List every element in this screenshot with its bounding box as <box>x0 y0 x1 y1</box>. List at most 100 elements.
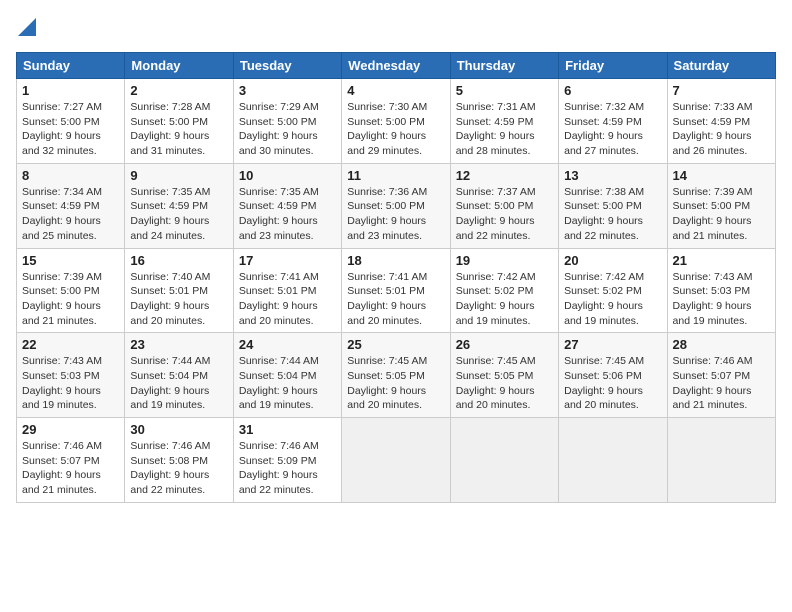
calendar-cell <box>559 418 667 503</box>
calendar-week-2: 8 Sunrise: 7:34 AM Sunset: 4:59 PM Dayli… <box>17 163 776 248</box>
calendar-cell: 16 Sunrise: 7:40 AM Sunset: 5:01 PM Dayl… <box>125 248 233 333</box>
day-number: 24 <box>239 337 336 352</box>
day-number: 6 <box>564 83 661 98</box>
calendar-week-1: 1 Sunrise: 7:27 AM Sunset: 5:00 PM Dayli… <box>17 79 776 164</box>
page-header <box>16 16 776 40</box>
day-info: Sunrise: 7:42 AM Sunset: 5:02 PM Dayligh… <box>456 270 553 329</box>
day-info: Sunrise: 7:45 AM Sunset: 5:05 PM Dayligh… <box>456 354 553 413</box>
day-info: Sunrise: 7:28 AM Sunset: 5:00 PM Dayligh… <box>130 100 227 159</box>
day-number: 15 <box>22 253 119 268</box>
day-number: 14 <box>673 168 770 183</box>
day-info: Sunrise: 7:42 AM Sunset: 5:02 PM Dayligh… <box>564 270 661 329</box>
day-number: 27 <box>564 337 661 352</box>
calendar-cell: 28 Sunrise: 7:46 AM Sunset: 5:07 PM Dayl… <box>667 333 775 418</box>
calendar-cell: 23 Sunrise: 7:44 AM Sunset: 5:04 PM Dayl… <box>125 333 233 418</box>
day-number: 18 <box>347 253 444 268</box>
calendar-week-5: 29 Sunrise: 7:46 AM Sunset: 5:07 PM Dayl… <box>17 418 776 503</box>
day-number: 26 <box>456 337 553 352</box>
day-number: 13 <box>564 168 661 183</box>
day-number: 25 <box>347 337 444 352</box>
calendar-cell: 17 Sunrise: 7:41 AM Sunset: 5:01 PM Dayl… <box>233 248 341 333</box>
day-info: Sunrise: 7:35 AM Sunset: 4:59 PM Dayligh… <box>130 185 227 244</box>
day-info: Sunrise: 7:41 AM Sunset: 5:01 PM Dayligh… <box>239 270 336 329</box>
day-number: 28 <box>673 337 770 352</box>
day-number: 16 <box>130 253 227 268</box>
calendar-header-sunday: Sunday <box>17 53 125 79</box>
day-number: 12 <box>456 168 553 183</box>
calendar-header-friday: Friday <box>559 53 667 79</box>
day-number: 3 <box>239 83 336 98</box>
calendar-cell <box>667 418 775 503</box>
calendar-cell: 8 Sunrise: 7:34 AM Sunset: 4:59 PM Dayli… <box>17 163 125 248</box>
calendar-week-4: 22 Sunrise: 7:43 AM Sunset: 5:03 PM Dayl… <box>17 333 776 418</box>
calendar-cell: 22 Sunrise: 7:43 AM Sunset: 5:03 PM Dayl… <box>17 333 125 418</box>
day-number: 8 <box>22 168 119 183</box>
calendar-cell: 18 Sunrise: 7:41 AM Sunset: 5:01 PM Dayl… <box>342 248 450 333</box>
day-number: 5 <box>456 83 553 98</box>
day-number: 21 <box>673 253 770 268</box>
day-info: Sunrise: 7:43 AM Sunset: 5:03 PM Dayligh… <box>673 270 770 329</box>
day-number: 7 <box>673 83 770 98</box>
calendar-cell: 27 Sunrise: 7:45 AM Sunset: 5:06 PM Dayl… <box>559 333 667 418</box>
day-info: Sunrise: 7:34 AM Sunset: 4:59 PM Dayligh… <box>22 185 119 244</box>
calendar-cell <box>450 418 558 503</box>
day-info: Sunrise: 7:32 AM Sunset: 4:59 PM Dayligh… <box>564 100 661 159</box>
day-info: Sunrise: 7:46 AM Sunset: 5:08 PM Dayligh… <box>130 439 227 498</box>
calendar-cell: 26 Sunrise: 7:45 AM Sunset: 5:05 PM Dayl… <box>450 333 558 418</box>
day-info: Sunrise: 7:44 AM Sunset: 5:04 PM Dayligh… <box>239 354 336 413</box>
calendar-cell: 1 Sunrise: 7:27 AM Sunset: 5:00 PM Dayli… <box>17 79 125 164</box>
day-number: 10 <box>239 168 336 183</box>
day-number: 4 <box>347 83 444 98</box>
day-number: 11 <box>347 168 444 183</box>
logo <box>16 16 36 40</box>
calendar-cell: 30 Sunrise: 7:46 AM Sunset: 5:08 PM Dayl… <box>125 418 233 503</box>
day-info: Sunrise: 7:45 AM Sunset: 5:05 PM Dayligh… <box>347 354 444 413</box>
day-number: 9 <box>130 168 227 183</box>
day-number: 22 <box>22 337 119 352</box>
day-number: 1 <box>22 83 119 98</box>
day-info: Sunrise: 7:45 AM Sunset: 5:06 PM Dayligh… <box>564 354 661 413</box>
day-info: Sunrise: 7:46 AM Sunset: 5:07 PM Dayligh… <box>22 439 119 498</box>
calendar-cell: 19 Sunrise: 7:42 AM Sunset: 5:02 PM Dayl… <box>450 248 558 333</box>
day-info: Sunrise: 7:36 AM Sunset: 5:00 PM Dayligh… <box>347 185 444 244</box>
day-number: 19 <box>456 253 553 268</box>
calendar-week-3: 15 Sunrise: 7:39 AM Sunset: 5:00 PM Dayl… <box>17 248 776 333</box>
day-info: Sunrise: 7:27 AM Sunset: 5:00 PM Dayligh… <box>22 100 119 159</box>
calendar-cell: 29 Sunrise: 7:46 AM Sunset: 5:07 PM Dayl… <box>17 418 125 503</box>
day-number: 31 <box>239 422 336 437</box>
calendar-header-monday: Monday <box>125 53 233 79</box>
day-info: Sunrise: 7:33 AM Sunset: 4:59 PM Dayligh… <box>673 100 770 159</box>
day-info: Sunrise: 7:40 AM Sunset: 5:01 PM Dayligh… <box>130 270 227 329</box>
day-number: 17 <box>239 253 336 268</box>
calendar-header-thursday: Thursday <box>450 53 558 79</box>
day-info: Sunrise: 7:46 AM Sunset: 5:07 PM Dayligh… <box>673 354 770 413</box>
day-info: Sunrise: 7:30 AM Sunset: 5:00 PM Dayligh… <box>347 100 444 159</box>
day-number: 30 <box>130 422 227 437</box>
day-number: 2 <box>130 83 227 98</box>
calendar-cell: 7 Sunrise: 7:33 AM Sunset: 4:59 PM Dayli… <box>667 79 775 164</box>
calendar-cell: 31 Sunrise: 7:46 AM Sunset: 5:09 PM Dayl… <box>233 418 341 503</box>
calendar-cell: 4 Sunrise: 7:30 AM Sunset: 5:00 PM Dayli… <box>342 79 450 164</box>
day-number: 29 <box>22 422 119 437</box>
day-info: Sunrise: 7:37 AM Sunset: 5:00 PM Dayligh… <box>456 185 553 244</box>
day-info: Sunrise: 7:29 AM Sunset: 5:00 PM Dayligh… <box>239 100 336 159</box>
calendar-cell: 13 Sunrise: 7:38 AM Sunset: 5:00 PM Dayl… <box>559 163 667 248</box>
day-info: Sunrise: 7:43 AM Sunset: 5:03 PM Dayligh… <box>22 354 119 413</box>
day-info: Sunrise: 7:46 AM Sunset: 5:09 PM Dayligh… <box>239 439 336 498</box>
day-info: Sunrise: 7:31 AM Sunset: 4:59 PM Dayligh… <box>456 100 553 159</box>
day-info: Sunrise: 7:38 AM Sunset: 5:00 PM Dayligh… <box>564 185 661 244</box>
calendar-header-tuesday: Tuesday <box>233 53 341 79</box>
day-info: Sunrise: 7:35 AM Sunset: 4:59 PM Dayligh… <box>239 185 336 244</box>
calendar-cell: 12 Sunrise: 7:37 AM Sunset: 5:00 PM Dayl… <box>450 163 558 248</box>
day-info: Sunrise: 7:41 AM Sunset: 5:01 PM Dayligh… <box>347 270 444 329</box>
calendar-cell: 2 Sunrise: 7:28 AM Sunset: 5:00 PM Dayli… <box>125 79 233 164</box>
calendar-cell: 11 Sunrise: 7:36 AM Sunset: 5:00 PM Dayl… <box>342 163 450 248</box>
calendar-cell: 14 Sunrise: 7:39 AM Sunset: 5:00 PM Dayl… <box>667 163 775 248</box>
calendar-table: SundayMondayTuesdayWednesdayThursdayFrid… <box>16 52 776 503</box>
calendar-cell: 5 Sunrise: 7:31 AM Sunset: 4:59 PM Dayli… <box>450 79 558 164</box>
calendar-cell: 9 Sunrise: 7:35 AM Sunset: 4:59 PM Dayli… <box>125 163 233 248</box>
calendar-header-wednesday: Wednesday <box>342 53 450 79</box>
calendar-cell: 6 Sunrise: 7:32 AM Sunset: 4:59 PM Dayli… <box>559 79 667 164</box>
calendar-cell: 25 Sunrise: 7:45 AM Sunset: 5:05 PM Dayl… <box>342 333 450 418</box>
day-info: Sunrise: 7:44 AM Sunset: 5:04 PM Dayligh… <box>130 354 227 413</box>
